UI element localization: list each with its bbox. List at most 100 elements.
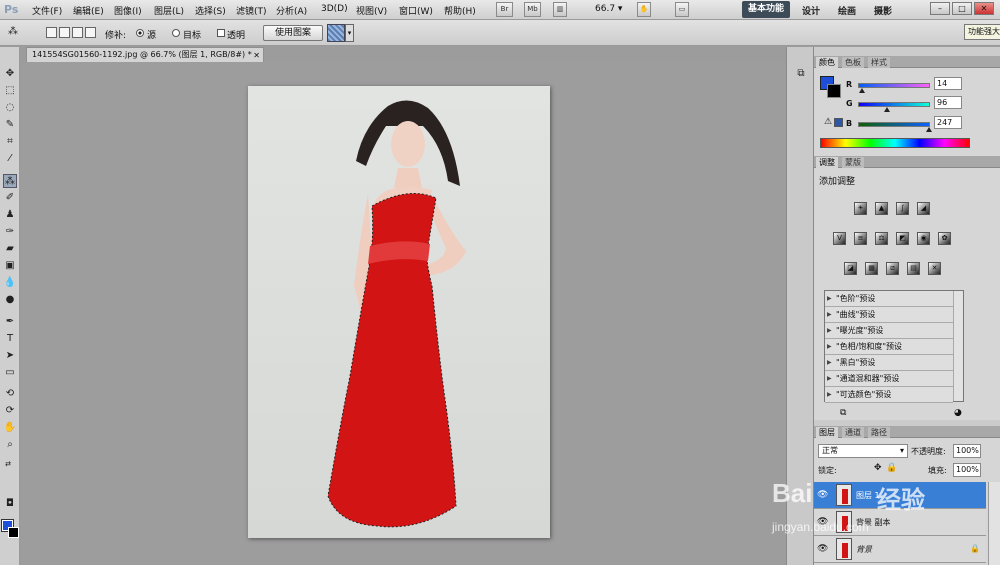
layer-name[interactable]: 背景: [856, 544, 872, 555]
intersect-selection-icon[interactable]: [85, 27, 96, 38]
patch-tool-icon[interactable]: ⁂: [3, 174, 17, 188]
black-white-icon[interactable]: ◩: [896, 232, 909, 245]
layers-scrollbar[interactable]: [988, 482, 1000, 565]
presets-scrollbar[interactable]: [953, 291, 963, 401]
history-panel-icon[interactable]: ⧉: [794, 67, 808, 81]
type-tool-icon[interactable]: T: [3, 332, 17, 346]
r-slider-thumb[interactable]: [859, 88, 865, 93]
hand-icon[interactable]: ✋: [637, 2, 651, 17]
tab-styles[interactable]: 样式: [868, 57, 890, 68]
image-canvas[interactable]: [248, 86, 550, 538]
b-slider-thumb[interactable]: [926, 127, 932, 132]
eye-icon[interactable]: 👁: [817, 544, 828, 554]
tab-layers[interactable]: 图层: [816, 427, 838, 438]
preset-curves[interactable]: "曲线"预设: [825, 307, 953, 323]
workspace-design[interactable]: 设计: [802, 4, 820, 17]
tab-color[interactable]: 颜色: [816, 57, 838, 68]
workspace-essentials[interactable]: 基本功能: [742, 1, 790, 18]
target-radio[interactable]: [172, 29, 180, 37]
pattern-dropdown-icon[interactable]: ▾: [345, 24, 354, 42]
invert-icon[interactable]: ◪: [844, 262, 857, 275]
tab-masks[interactable]: 蒙版: [842, 157, 864, 168]
zoom-level[interactable]: 66.7 ▾: [595, 4, 622, 14]
tab-adjustments[interactable]: 调整: [816, 157, 838, 168]
preset-hue-saturation[interactable]: "色相/饱和度"预设: [825, 339, 953, 355]
channel-mixer-icon[interactable]: ✿: [938, 232, 951, 245]
new-selection-icon[interactable]: [46, 27, 57, 38]
fill-input[interactable]: 100%: [953, 463, 981, 477]
gamut-swatch[interactable]: [834, 118, 843, 127]
posterize-icon[interactable]: ▦: [865, 262, 878, 275]
tab-swatches[interactable]: 色板: [842, 57, 864, 68]
r-value[interactable]: 14: [934, 77, 962, 90]
patch-tool-preset-icon[interactable]: ⁂: [6, 25, 20, 39]
menu-window[interactable]: 窗口(W): [399, 4, 433, 17]
tab-paths[interactable]: 路径: [868, 427, 890, 438]
preset-black-white[interactable]: "黑白"预设: [825, 355, 953, 371]
tab-channels[interactable]: 通道: [842, 427, 864, 438]
threshold-icon[interactable]: ⧄: [886, 262, 899, 275]
panel-bg-swatch[interactable]: [827, 84, 841, 98]
gradient-tool-icon[interactable]: ▣: [3, 259, 17, 273]
3d-orbit-tool-icon[interactable]: ⟳: [3, 404, 17, 418]
menu-analysis[interactable]: 分析(A): [276, 4, 307, 17]
lock-all-icon[interactable]: 🔒: [886, 463, 897, 473]
preset-selective-color[interactable]: "可选颜色"预设: [825, 387, 953, 403]
pattern-swatch[interactable]: [327, 24, 345, 42]
blur-tool-icon[interactable]: 💧: [3, 276, 17, 290]
eyedropper-tool-icon[interactable]: ⁄: [3, 152, 17, 166]
quick-selection-tool-icon[interactable]: ✎: [3, 118, 17, 132]
workspace-photography[interactable]: 摄影: [874, 4, 892, 17]
minimize-button[interactable]: –: [930, 2, 950, 15]
add-selection-icon[interactable]: [59, 27, 70, 38]
exposure-icon[interactable]: ◢: [917, 202, 930, 215]
menu-image[interactable]: 图像(I): [114, 4, 142, 17]
r-slider[interactable]: [858, 83, 930, 88]
marquee-tool-icon[interactable]: ⬚: [3, 84, 17, 98]
preset-exposure[interactable]: "曝光度"预设: [825, 323, 953, 339]
photo-filter-icon[interactable]: ◉: [917, 232, 930, 245]
hue-saturation-icon[interactable]: ≡: [854, 232, 867, 245]
shape-tool-icon[interactable]: ▭: [3, 366, 17, 380]
path-selection-tool-icon[interactable]: ➤: [3, 349, 17, 363]
lock-position-icon[interactable]: ✥: [874, 463, 882, 473]
swap-colors-icon[interactable]: ⇄: [1, 457, 15, 471]
bridge-icon[interactable]: Br: [496, 2, 513, 17]
close-button[interactable]: ✕: [974, 2, 994, 15]
transparent-checkbox[interactable]: [217, 29, 225, 37]
opacity-input[interactable]: 100%: [953, 444, 981, 458]
view-extras-icon[interactable]: ▥: [553, 2, 567, 17]
eraser-tool-icon[interactable]: ▰: [3, 242, 17, 256]
gradient-map-icon[interactable]: ▤: [907, 262, 920, 275]
dodge-tool-icon[interactable]: ●: [3, 293, 17, 307]
color-spectrum-bar[interactable]: [820, 138, 970, 148]
maximize-button[interactable]: □: [952, 2, 972, 15]
background-color-swatch[interactable]: [8, 527, 19, 538]
color-balance-icon[interactable]: ⚖: [875, 232, 888, 245]
panel-options-icon[interactable]: ◕: [954, 408, 962, 418]
arrange-icon[interactable]: ▭: [675, 2, 689, 17]
preset-levels[interactable]: "色阶"预设: [825, 291, 953, 307]
g-slider-thumb[interactable]: [884, 107, 890, 112]
hand-tool-icon[interactable]: ✋: [3, 421, 17, 435]
menu-select[interactable]: 选择(S): [195, 4, 226, 17]
menu-edit[interactable]: 编辑(E): [73, 4, 104, 17]
gamut-warning-icon[interactable]: ⚠: [824, 117, 832, 127]
brightness-icon[interactable]: ☀: [854, 202, 867, 215]
clip-layer-icon[interactable]: ⧉: [840, 408, 846, 418]
3d-rotate-tool-icon[interactable]: ⟲: [3, 387, 17, 401]
use-pattern-button[interactable]: 使用图案: [263, 25, 323, 41]
quick-mask-icon[interactable]: ◘: [3, 497, 17, 511]
canvas-area[interactable]: [21, 62, 786, 565]
lasso-tool-icon[interactable]: ◌: [3, 101, 17, 115]
g-value[interactable]: 96: [934, 96, 962, 109]
levels-icon[interactable]: ▲: [875, 202, 888, 215]
document-close-icon[interactable]: ✕: [253, 49, 260, 62]
workspace-painting[interactable]: 绘画: [838, 4, 856, 17]
menu-view[interactable]: 视图(V): [356, 4, 387, 17]
brush-tool-icon[interactable]: ✐: [3, 191, 17, 205]
blend-mode-select[interactable]: 正常 ▾: [818, 444, 908, 458]
document-tab[interactable]: 141554SG01560-1192.jpg @ 66.7% (图层 1, RG…: [26, 47, 264, 62]
preset-channel-mixer[interactable]: "通道混和器"预设: [825, 371, 953, 387]
source-radio[interactable]: [136, 29, 144, 37]
